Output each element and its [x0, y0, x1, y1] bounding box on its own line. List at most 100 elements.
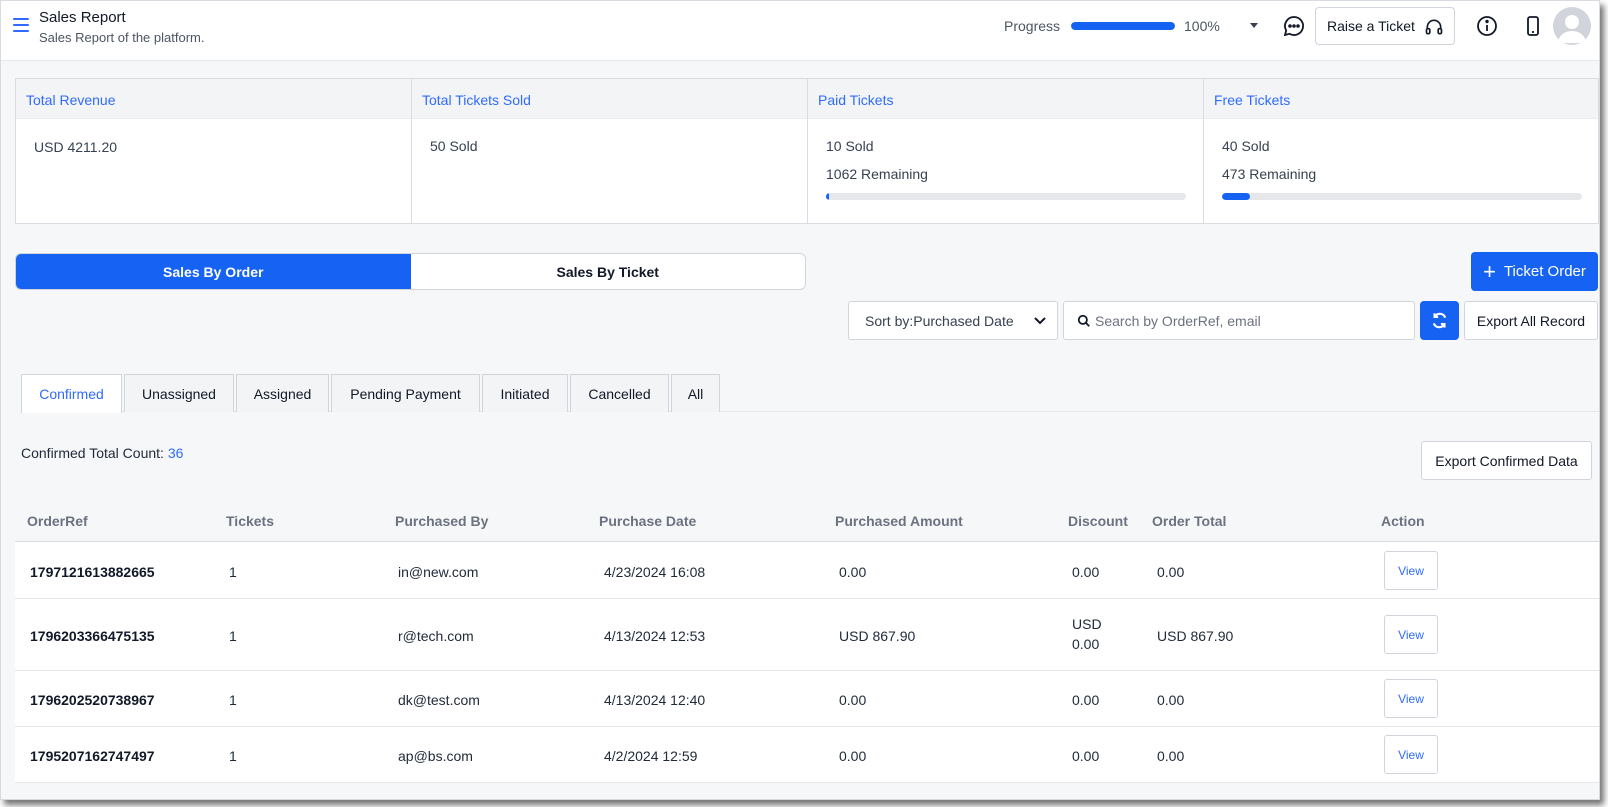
discount: 0.00 [1072, 748, 1100, 764]
paid-tickets-progress-bar [826, 193, 1186, 200]
tickets-count: 1 [229, 692, 237, 708]
search-box [1063, 301, 1415, 340]
chevron-down-icon [1034, 317, 1046, 325]
column-header: Purchase Date [599, 513, 697, 529]
menu-icon[interactable] [13, 18, 29, 32]
stat-card-sold: 10 Sold [826, 138, 874, 154]
page-title: Sales Report [39, 9, 126, 26]
order-ref: 1795207162747497 [30, 748, 155, 764]
view-button[interactable]: View [1384, 551, 1438, 590]
order-ref: 1797121613882665 [30, 564, 155, 580]
stat-card-total-revenue: Total Revenue USD 4211.20 [15, 78, 412, 224]
info-icon[interactable] [1475, 14, 1499, 38]
column-header: Discount [1068, 513, 1128, 529]
tab-pending-payment[interactable]: Pending Payment [331, 374, 480, 412]
stat-card-value: 50 Sold [430, 138, 478, 154]
mobile-icon[interactable] [1521, 14, 1545, 38]
table-row: 1796202520738967 1 dk@test.com 4/13/2024… [15, 671, 1599, 727]
top-header: Sales Report Sales Report of the platfor… [1, 1, 1599, 61]
raise-ticket-label: Raise a Ticket [1327, 18, 1415, 34]
stat-card-total-tickets-sold: Total Tickets Sold 50 Sold [411, 78, 808, 224]
table-row: 1795207162747497 1 ap@bs.com 4/2/2024 12… [15, 727, 1599, 783]
page-subtitle: Sales Report of the platform. [39, 30, 205, 45]
progress-label: Progress [1004, 18, 1061, 34]
stat-card-sold: 40 Sold [1222, 138, 1270, 154]
confirmed-count-value: 36 [167, 445, 184, 461]
tab-unassigned[interactable]: Unassigned [124, 374, 234, 412]
purchased-amount: USD 867.90 [839, 628, 916, 644]
tab-confirmed[interactable]: Confirmed [21, 374, 122, 413]
plus-icon: + [1483, 258, 1496, 284]
export-confirmed-data-button[interactable]: Export Confirmed Data [1421, 441, 1592, 480]
tickets-count: 1 [229, 628, 237, 644]
view-button[interactable]: View [1384, 615, 1438, 654]
chevron-down-icon[interactable] [1250, 23, 1258, 28]
stat-card-title: Free Tickets [1204, 79, 1598, 119]
column-header: Purchased Amount [835, 513, 963, 529]
ticket-order-button[interactable]: + Ticket Order [1471, 252, 1598, 291]
progress-bar [1071, 22, 1175, 30]
purchased-by: dk@test.com [398, 692, 480, 708]
tab-initiated[interactable]: Initiated [482, 374, 568, 412]
ticket-order-label: Ticket Order [1503, 263, 1586, 280]
purchased-amount: 0.00 [839, 692, 867, 708]
order-total: 0.00 [1157, 748, 1185, 764]
refresh-icon [1432, 312, 1447, 329]
stat-card-title: Total Tickets Sold [412, 79, 807, 119]
stat-card-title: Total Revenue [16, 79, 411, 119]
sort-select[interactable]: Sort by:Purchased Date [848, 301, 1058, 340]
app-window: Sales Report Sales Report of the platfor… [0, 0, 1600, 800]
stat-card-remaining: 1062 Remaining [826, 166, 928, 182]
refresh-button[interactable] [1420, 301, 1459, 340]
order-total: USD 867.90 [1157, 628, 1234, 644]
column-header: OrderRef [27, 513, 88, 529]
progress-percent: 100% [1184, 18, 1220, 34]
table-header: OrderRef Tickets Purchased By Purchase D… [15, 496, 1599, 542]
sales-view-toggle: Sales By Order Sales By Ticket [15, 253, 806, 290]
sales-by-order-toggle[interactable]: Sales By Order [16, 254, 411, 289]
stat-card-free-tickets: Free Tickets 40 Sold 473 Remaining [1203, 78, 1599, 224]
purchased-amount: 0.00 [839, 564, 867, 580]
progress-bar-fill [1071, 22, 1175, 30]
confirmed-count-label: Confirmed Total Count: [21, 445, 164, 461]
avatar[interactable] [1553, 7, 1591, 45]
tab-assigned[interactable]: Assigned [236, 374, 329, 412]
order-ref: 1796202520738967 [30, 692, 155, 708]
free-tickets-progress-bar [1222, 193, 1582, 200]
order-ref: 1796203366475135 [30, 628, 155, 644]
table-row: 1796203366475135 1 r@tech.com 4/13/2024 … [15, 599, 1599, 671]
purchase-date: 4/13/2024 12:40 [604, 692, 706, 708]
discount: 0.00 [1072, 564, 1100, 580]
stat-card-title: Paid Tickets [808, 79, 1203, 119]
tickets-count: 1 [229, 748, 237, 764]
purchased-by: r@tech.com [398, 628, 474, 644]
discount: 0.00 [1072, 692, 1100, 708]
search-input[interactable] [1095, 302, 1410, 339]
stat-card-value: USD 4211.20 [34, 139, 118, 155]
stat-card-paid-tickets: Paid Tickets 10 Sold 1062 Remaining [807, 78, 1204, 224]
purchased-by: in@new.com [398, 564, 479, 580]
confirmed-count: Confirmed Total Count: 36 [21, 445, 183, 461]
column-header: Action [1381, 513, 1425, 529]
tab-cancelled[interactable]: Cancelled [570, 374, 669, 412]
view-button[interactable]: View [1384, 679, 1438, 718]
search-icon [1077, 314, 1090, 327]
purchased-by: ap@bs.com [398, 748, 473, 764]
purchase-date: 4/13/2024 12:53 [604, 628, 706, 644]
purchase-date: 4/2/2024 12:59 [604, 748, 698, 764]
tab-all[interactable]: All [671, 374, 720, 412]
column-header: Purchased By [395, 513, 489, 529]
purchase-date: 4/23/2024 16:08 [604, 564, 706, 580]
sort-select-value: Sort by:Purchased Date [865, 313, 1014, 329]
raise-ticket-button[interactable]: Raise a Ticket [1315, 7, 1455, 45]
column-header: Order Total [1152, 513, 1227, 529]
free-tickets-progress-fill [1222, 193, 1251, 200]
order-total: 0.00 [1157, 692, 1185, 708]
export-all-record-button[interactable]: Export All Record [1464, 301, 1598, 340]
chat-icon[interactable] [1282, 14, 1306, 38]
view-button[interactable]: View [1384, 735, 1438, 774]
headset-icon [1425, 19, 1443, 35]
sales-by-ticket-toggle[interactable]: Sales By Ticket [411, 254, 806, 289]
stat-card-remaining: 473 Remaining [1222, 166, 1317, 182]
order-total: 0.00 [1157, 564, 1185, 580]
